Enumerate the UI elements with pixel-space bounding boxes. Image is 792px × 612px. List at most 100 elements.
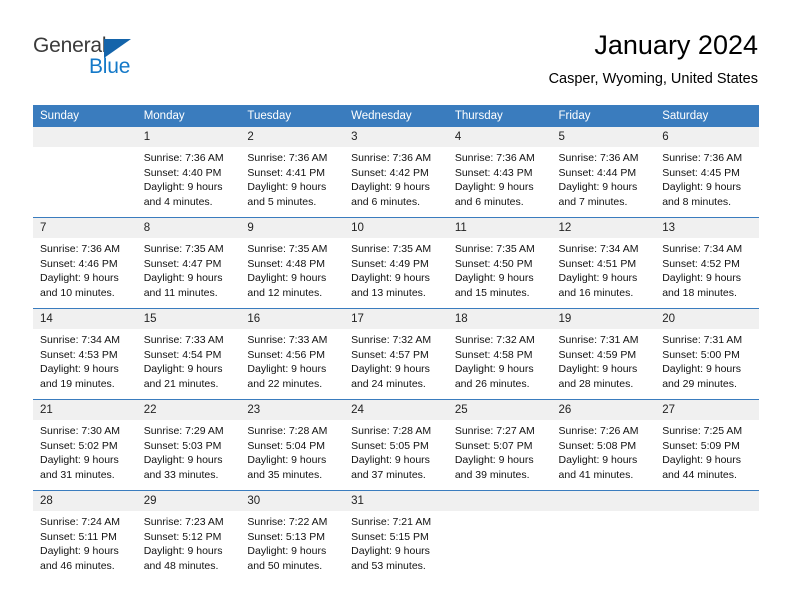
calendar-day-cell[interactable]: 11 Sunrise: 7:35 AM Sunset: 4:50 PM Dayligh… — [447, 217, 552, 309]
calendar-day-cell[interactable]: 19 Sunrise: 7:31 AM Sunset: 4:59 PM Dayligh… — [551, 308, 656, 400]
sunrise-text: Sunrise: 7:21 AM — [351, 516, 432, 528]
day-number: 25 — [447, 400, 552, 420]
daylight-text-line1: Daylight: 9 hours — [558, 272, 638, 285]
day-number: 20 — [655, 309, 759, 329]
calendar-day-cell[interactable]: 10 Sunrise: 7:35 AM Sunset: 4:49 PM Dayligh… — [344, 217, 448, 309]
day-sun-info: Sunrise: 7:35 AM Sunset: 4:48 PM Daylight:… — [240, 238, 344, 300]
calendar-day-cell[interactable]: 29 Sunrise: 7:23 AM Sunset: 5:12 PM Dayligh… — [136, 490, 241, 581]
calendar-grid: Sunday Monday Tuesday Wednesday Thursday… — [33, 105, 759, 581]
calendar-day-cell[interactable]: 21 Sunrise: 7:30 AM Sunset: 5:02 PM Dayligh… — [33, 399, 137, 491]
day-sun-info: Sunrise: 7:27 AM Sunset: 5:07 PM Daylight:… — [448, 420, 552, 482]
calendar-empty-cell — [655, 490, 759, 581]
daylight-text-line1: Daylight: 9 hours — [40, 454, 119, 467]
calendar-day-cell[interactable]: 22 Sunrise: 7:29 AM Sunset: 5:03 PM Dayligh… — [136, 399, 241, 491]
sunset-text: Sunset: 4:47 PM — [143, 257, 222, 270]
daylight-text-line2: and 44 minutes. — [662, 468, 737, 481]
calendar-day-cell[interactable]: 20 Sunrise: 7:31 AM Sunset: 5:00 PM Dayligh… — [655, 308, 759, 400]
day-number — [655, 491, 759, 511]
calendar-day-cell[interactable]: 2 Sunrise: 7:36 AM Sunset: 4:41 PM Daylight… — [240, 127, 345, 218]
daylight-text-line2: and 19 minutes. — [40, 377, 115, 390]
calendar-day-cell[interactable]: 23 Sunrise: 7:28 AM Sunset: 5:04 PM Dayligh… — [240, 399, 345, 491]
day-sun-info: Sunrise: 7:28 AM Sunset: 5:05 PM Daylight:… — [344, 420, 448, 482]
calendar-day-cell[interactable]: 31 Sunrise: 7:21 AM Sunset: 5:15 PM Dayligh… — [344, 490, 448, 581]
title-block: January 2024 Casper, Wyoming, United Sta… — [549, 28, 758, 88]
sunset-text: Sunset: 5:00 PM — [662, 348, 740, 361]
sunset-text: Sunset: 5:05 PM — [351, 439, 429, 452]
calendar-day-cell[interactable]: 16 Sunrise: 7:33 AM Sunset: 4:56 PM Dayligh… — [240, 308, 345, 400]
day-sun-info: Sunrise: 7:32 AM Sunset: 4:58 PM Daylight:… — [448, 329, 552, 391]
logo-text-blue: Blue — [89, 55, 131, 78]
sunrise-text: Sunrise: 7:22 AM — [247, 516, 328, 528]
daylight-text-line1: Daylight: 9 hours — [40, 363, 119, 376]
day-number — [447, 491, 552, 511]
day-sun-info: Sunrise: 7:36 AM Sunset: 4:46 PM Daylight:… — [33, 238, 137, 300]
day-sun-info: Sunrise: 7:35 AM Sunset: 4:49 PM Daylight:… — [344, 238, 448, 300]
calendar-day-cell[interactable]: 3 Sunrise: 7:36 AM Sunset: 4:42 PM Daylight… — [344, 127, 448, 218]
calendar-day-cell[interactable]: 7 Sunrise: 7:36 AM Sunset: 4:46 PM Daylight… — [33, 217, 137, 309]
calendar-day-cell[interactable]: 24 Sunrise: 7:28 AM Sunset: 5:05 PM Dayligh… — [344, 399, 448, 491]
sunset-text: Sunset: 5:04 PM — [247, 439, 326, 452]
sunset-text: Sunset: 4:49 PM — [351, 257, 429, 270]
calendar-day-cell[interactable]: 6 Sunrise: 7:36 AM Sunset: 4:45 PM Daylight… — [655, 127, 759, 218]
sunrise-text: Sunrise: 7:28 AM — [351, 425, 432, 437]
daylight-text-line1: Daylight: 9 hours — [351, 272, 430, 285]
daylight-text-line1: Daylight: 9 hours — [143, 545, 223, 558]
calendar-day-cell[interactable]: 5 Sunrise: 7:36 AM Sunset: 4:44 PM Daylight… — [551, 127, 656, 218]
sunset-text: Sunset: 5:02 PM — [40, 439, 118, 452]
day-sun-info: Sunrise: 7:34 AM Sunset: 4:53 PM Daylight:… — [33, 329, 137, 391]
calendar-day-cell[interactable]: 14 Sunrise: 7:34 AM Sunset: 4:53 PM Dayligh… — [33, 308, 137, 400]
calendar-day-cell[interactable]: 8 Sunrise: 7:35 AM Sunset: 4:47 PM Daylight… — [136, 217, 241, 309]
sunset-text: Sunset: 4:52 PM — [662, 257, 740, 270]
sunset-text: Sunset: 5:13 PM — [247, 530, 326, 543]
daylight-text-line2: and 8 minutes. — [662, 195, 732, 208]
daylight-text-line2: and 39 minutes. — [454, 468, 530, 481]
daylight-text-line1: Daylight: 9 hours — [351, 545, 430, 558]
day-number: 3 — [344, 127, 448, 147]
calendar-day-cell[interactable]: 18 Sunrise: 7:32 AM Sunset: 4:58 PM Dayligh… — [447, 308, 552, 400]
day-number: 10 — [344, 218, 448, 238]
calendar-day-cell[interactable]: 17 Sunrise: 7:32 AM Sunset: 4:57 PM Dayligh… — [344, 308, 448, 400]
sunrise-text: Sunrise: 7:24 AM — [40, 516, 120, 528]
day-number: 27 — [655, 400, 759, 420]
calendar-day-cell[interactable]: 1 Sunrise: 7:36 AM Sunset: 4:40 PM Daylight… — [136, 127, 241, 218]
daylight-text-line1: Daylight: 9 hours — [662, 181, 742, 194]
daylight-text-line1: Daylight: 9 hours — [143, 363, 223, 376]
day-sun-info: Sunrise: 7:23 AM Sunset: 5:12 PM Daylight:… — [137, 511, 241, 573]
calendar-day-cell[interactable]: 9 Sunrise: 7:35 AM Sunset: 4:48 PM Daylight… — [240, 217, 345, 309]
calendar-day-cell[interactable]: 4 Sunrise: 7:36 AM Sunset: 4:43 PM Daylight… — [447, 127, 552, 218]
day-sun-info: Sunrise: 7:36 AM Sunset: 4:40 PM Daylight:… — [137, 147, 241, 209]
calendar-week-row: 28 Sunrise: 7:24 AM Sunset: 5:11 PM Dayligh… — [33, 490, 759, 581]
daylight-text-line1: Daylight: 9 hours — [143, 454, 223, 467]
day-sun-info: Sunrise: 7:33 AM Sunset: 4:56 PM Daylight:… — [240, 329, 344, 391]
calendar-day-cell[interactable]: 26 Sunrise: 7:26 AM Sunset: 5:08 PM Dayligh… — [551, 399, 656, 491]
calendar-day-cell[interactable]: 25 Sunrise: 7:27 AM Sunset: 5:07 PM Dayligh… — [447, 399, 552, 491]
sunrise-text: Sunrise: 7:35 AM — [454, 243, 535, 255]
sunset-text: Sunset: 4:42 PM — [351, 166, 429, 179]
daylight-text-line2: and 18 minutes. — [662, 286, 737, 299]
calendar-empty-cell — [33, 127, 137, 218]
calendar-day-cell[interactable]: 12 Sunrise: 7:34 AM Sunset: 4:51 PM Dayligh… — [551, 217, 656, 309]
day-number: 26 — [551, 400, 656, 420]
daylight-text-line2: and 6 minutes. — [351, 195, 420, 208]
daylight-text-line1: Daylight: 9 hours — [143, 181, 223, 194]
sunset-text: Sunset: 4:41 PM — [247, 166, 326, 179]
day-number: 1 — [136, 127, 241, 147]
daylight-text-line2: and 26 minutes. — [454, 377, 530, 390]
calendar-day-cell[interactable]: 15 Sunrise: 7:33 AM Sunset: 4:54 PM Dayligh… — [136, 308, 241, 400]
calendar-header-row: Sunday Monday Tuesday Wednesday Thursday… — [33, 105, 759, 127]
day-number: 31 — [344, 491, 448, 511]
sunset-text: Sunset: 4:46 PM — [40, 257, 118, 270]
calendar-day-cell[interactable]: 13 Sunrise: 7:34 AM Sunset: 4:52 PM Dayligh… — [655, 217, 759, 309]
sunrise-text: Sunrise: 7:36 AM — [454, 152, 535, 164]
sunrise-text: Sunrise: 7:34 AM — [662, 243, 743, 255]
sunrise-text: Sunrise: 7:23 AM — [143, 516, 224, 528]
sunset-text: Sunset: 4:40 PM — [143, 166, 222, 179]
day-number: 5 — [551, 127, 656, 147]
calendar-day-cell[interactable]: 30 Sunrise: 7:22 AM Sunset: 5:13 PM Dayligh… — [240, 490, 345, 581]
calendar-day-cell[interactable]: 28 Sunrise: 7:24 AM Sunset: 5:11 PM Dayligh… — [33, 490, 137, 581]
daylight-text-line2: and 24 minutes. — [351, 377, 426, 390]
general-blue-logo[interactable]: General Blue — [33, 34, 243, 84]
daylight-text-line1: Daylight: 9 hours — [40, 272, 119, 285]
calendar-week-row: 1 Sunrise: 7:36 AM Sunset: 4:40 PM Daylight… — [33, 127, 759, 218]
calendar-day-cell[interactable]: 27 Sunrise: 7:25 AM Sunset: 5:09 PM Dayligh… — [655, 399, 759, 491]
